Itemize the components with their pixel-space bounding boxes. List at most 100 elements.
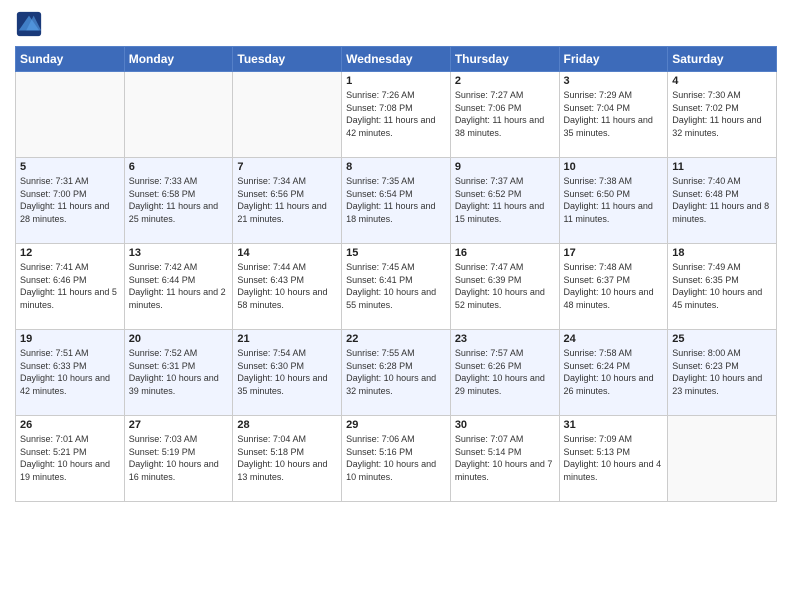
calendar-week-row: 26 Sunrise: 7:01 AM Sunset: 5:21 PM Dayli… — [16, 416, 777, 502]
calendar-cell: 11 Sunrise: 7:40 AM Sunset: 6:48 PM Dayli… — [668, 158, 777, 244]
calendar-cell: 27 Sunrise: 7:03 AM Sunset: 5:19 PM Dayli… — [124, 416, 233, 502]
calendar-cell: 26 Sunrise: 7:01 AM Sunset: 5:21 PM Dayli… — [16, 416, 125, 502]
calendar-cell: 7 Sunrise: 7:34 AM Sunset: 6:56 PM Daylig… — [233, 158, 342, 244]
header — [15, 10, 777, 38]
calendar-cell: 12 Sunrise: 7:41 AM Sunset: 6:46 PM Dayli… — [16, 244, 125, 330]
calendar-cell: 5Sunrise: 7:31 AM Sunset: 7:00 PM Daylig… — [16, 158, 125, 244]
calendar-cell: 25Sunrise: 8:00 AM Sunset: 6:23 PM Dayli… — [668, 330, 777, 416]
day-number: 22 — [346, 333, 446, 345]
calendar-cell: 21 Sunrise: 7:54 AM Sunset: 6:30 PM Dayli… — [233, 330, 342, 416]
day-number: 1 — [346, 75, 446, 87]
day-number: 13 — [129, 247, 229, 259]
day-info: Sunrise: 7:06 AM Sunset: 5:16 PM Dayligh… — [346, 433, 446, 483]
day-info: Sunrise: 7:38 AM Sunset: 6:50 PM Dayligh… — [564, 175, 664, 225]
day-number: 26 — [20, 419, 120, 431]
calendar-cell: 3 Sunrise: 7:29 AM Sunset: 7:04 PM Daylig… — [559, 72, 668, 158]
calendar-header-thursday: Thursday — [450, 47, 559, 72]
day-info: Sunrise: 7:09 AM Sunset: 5:13 PM Dayligh… — [564, 433, 664, 483]
day-number: 20 — [129, 333, 229, 345]
calendar-cell: 13 Sunrise: 7:42 AM Sunset: 6:44 PM Dayli… — [124, 244, 233, 330]
calendar-cell: 14Sunrise: 7:44 AM Sunset: 6:43 PM Dayli… — [233, 244, 342, 330]
day-number: 3 — [564, 75, 664, 87]
day-number: 4 — [672, 75, 772, 87]
calendar-cell: 1 Sunrise: 7:26 AM Sunset: 7:08 PM Daylig… — [342, 72, 451, 158]
calendar-cell — [668, 416, 777, 502]
day-info: Sunrise: 7:01 AM Sunset: 5:21 PM Dayligh… — [20, 433, 120, 483]
day-info: Sunrise: 7:40 AM Sunset: 6:48 PM Dayligh… — [672, 175, 772, 225]
calendar-week-row: 1 Sunrise: 7:26 AM Sunset: 7:08 PM Daylig… — [16, 72, 777, 158]
day-number: 28 — [237, 419, 337, 431]
calendar-week-row: 12 Sunrise: 7:41 AM Sunset: 6:46 PM Dayli… — [16, 244, 777, 330]
calendar-cell: 10 Sunrise: 7:38 AM Sunset: 6:50 PM Dayli… — [559, 158, 668, 244]
day-info: Sunrise: 7:52 AM Sunset: 6:31 PM Dayligh… — [129, 347, 229, 397]
day-number: 12 — [20, 247, 120, 259]
day-info: Sunrise: 7:47 AM Sunset: 6:39 PM Dayligh… — [455, 261, 555, 311]
day-info: Sunrise: 7:35 AM Sunset: 6:54 PM Dayligh… — [346, 175, 446, 225]
calendar-header-monday: Monday — [124, 47, 233, 72]
day-info: Sunrise: 7:34 AM Sunset: 6:56 PM Dayligh… — [237, 175, 337, 225]
day-info: Sunrise: 7:07 AM Sunset: 5:14 PM Dayligh… — [455, 433, 555, 483]
calendar-cell: 31 Sunrise: 7:09 AM Sunset: 5:13 PM Dayli… — [559, 416, 668, 502]
calendar-cell: 29 Sunrise: 7:06 AM Sunset: 5:16 PM Dayli… — [342, 416, 451, 502]
day-info: Sunrise: 7:26 AM Sunset: 7:08 PM Dayligh… — [346, 89, 446, 139]
day-info: Sunrise: 7:37 AM Sunset: 6:52 PM Dayligh… — [455, 175, 555, 225]
day-info: Sunrise: 7:49 AM Sunset: 6:35 PM Dayligh… — [672, 261, 772, 311]
calendar-cell: 17 Sunrise: 7:48 AM Sunset: 6:37 PM Dayli… — [559, 244, 668, 330]
day-info: Sunrise: 7:54 AM Sunset: 6:30 PM Dayligh… — [237, 347, 337, 397]
day-number: 16 — [455, 247, 555, 259]
day-number: 17 — [564, 247, 664, 259]
day-info: Sunrise: 7:33 AM Sunset: 6:58 PM Dayligh… — [129, 175, 229, 225]
day-number: 25 — [672, 333, 772, 345]
day-info: Sunrise: 7:27 AM Sunset: 7:06 PM Dayligh… — [455, 89, 555, 139]
calendar: SundayMondayTuesdayWednesdayThursdayFrid… — [15, 46, 777, 502]
calendar-header-friday: Friday — [559, 47, 668, 72]
day-info: Sunrise: 7:04 AM Sunset: 5:18 PM Dayligh… — [237, 433, 337, 483]
day-number: 31 — [564, 419, 664, 431]
day-info: Sunrise: 7:57 AM Sunset: 6:26 PM Dayligh… — [455, 347, 555, 397]
calendar-week-row: 5Sunrise: 7:31 AM Sunset: 7:00 PM Daylig… — [16, 158, 777, 244]
day-number: 21 — [237, 333, 337, 345]
day-number: 8 — [346, 161, 446, 173]
day-number: 30 — [455, 419, 555, 431]
page: SundayMondayTuesdayWednesdayThursdayFrid… — [0, 0, 792, 612]
calendar-cell: 16 Sunrise: 7:47 AM Sunset: 6:39 PM Dayli… — [450, 244, 559, 330]
day-number: 6 — [129, 161, 229, 173]
calendar-header-saturday: Saturday — [668, 47, 777, 72]
calendar-cell: 15Sunrise: 7:45 AM Sunset: 6:41 PM Dayli… — [342, 244, 451, 330]
day-number: 11 — [672, 161, 772, 173]
calendar-cell: 19 Sunrise: 7:51 AM Sunset: 6:33 PM Dayli… — [16, 330, 125, 416]
day-number: 7 — [237, 161, 337, 173]
day-number: 10 — [564, 161, 664, 173]
calendar-cell: 20 Sunrise: 7:52 AM Sunset: 6:31 PM Dayli… — [124, 330, 233, 416]
calendar-cell: 23Sunrise: 7:57 AM Sunset: 6:26 PM Dayli… — [450, 330, 559, 416]
calendar-cell: 8 Sunrise: 7:35 AM Sunset: 6:54 PM Daylig… — [342, 158, 451, 244]
calendar-header-tuesday: Tuesday — [233, 47, 342, 72]
calendar-cell: 28 Sunrise: 7:04 AM Sunset: 5:18 PM Dayli… — [233, 416, 342, 502]
day-number: 5 — [20, 161, 120, 173]
day-info: Sunrise: 7:58 AM Sunset: 6:24 PM Dayligh… — [564, 347, 664, 397]
day-number: 19 — [20, 333, 120, 345]
day-info: Sunrise: 7:03 AM Sunset: 5:19 PM Dayligh… — [129, 433, 229, 483]
day-number: 2 — [455, 75, 555, 87]
calendar-week-row: 19 Sunrise: 7:51 AM Sunset: 6:33 PM Dayli… — [16, 330, 777, 416]
day-info: Sunrise: 7:41 AM Sunset: 6:46 PM Dayligh… — [20, 261, 120, 311]
calendar-cell: 4Sunrise: 7:30 AM Sunset: 7:02 PM Daylig… — [668, 72, 777, 158]
calendar-cell: 9 Sunrise: 7:37 AM Sunset: 6:52 PM Daylig… — [450, 158, 559, 244]
calendar-header-wednesday: Wednesday — [342, 47, 451, 72]
calendar-cell: 18 Sunrise: 7:49 AM Sunset: 6:35 PM Dayli… — [668, 244, 777, 330]
day-info: Sunrise: 7:42 AM Sunset: 6:44 PM Dayligh… — [129, 261, 229, 311]
day-info: Sunrise: 7:29 AM Sunset: 7:04 PM Dayligh… — [564, 89, 664, 139]
day-info: Sunrise: 7:44 AM Sunset: 6:43 PM Dayligh… — [237, 261, 337, 311]
day-number: 29 — [346, 419, 446, 431]
calendar-header-sunday: Sunday — [16, 47, 125, 72]
calendar-cell — [16, 72, 125, 158]
day-info: Sunrise: 7:48 AM Sunset: 6:37 PM Dayligh… — [564, 261, 664, 311]
calendar-header-row: SundayMondayTuesdayWednesdayThursdayFrid… — [16, 47, 777, 72]
day-number: 9 — [455, 161, 555, 173]
logo — [15, 10, 46, 38]
logo-icon — [15, 10, 43, 38]
day-info: Sunrise: 7:51 AM Sunset: 6:33 PM Dayligh… — [20, 347, 120, 397]
day-number: 18 — [672, 247, 772, 259]
day-number: 27 — [129, 419, 229, 431]
day-info: Sunrise: 7:55 AM Sunset: 6:28 PM Dayligh… — [346, 347, 446, 397]
